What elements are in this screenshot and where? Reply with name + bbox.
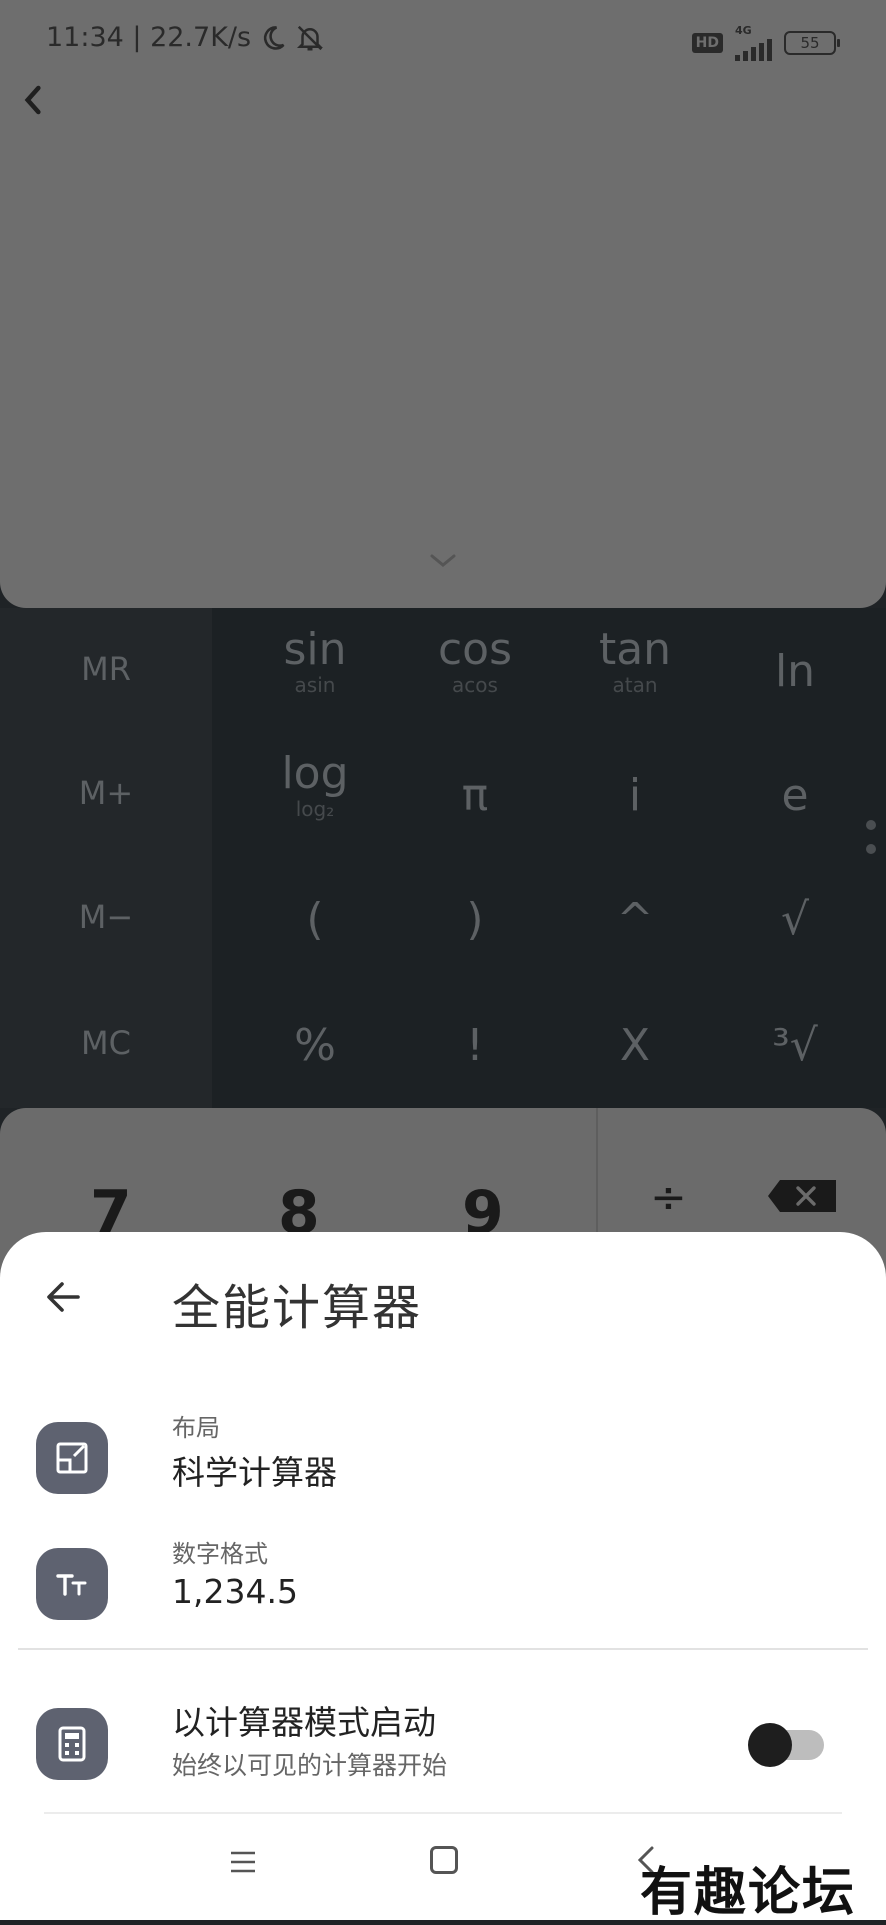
- page-dot: [866, 844, 876, 854]
- status-right: HD 4G 55: [691, 24, 840, 61]
- divide-button[interactable]: ÷: [650, 1172, 687, 1223]
- chevron-down-icon[interactable]: [426, 548, 460, 572]
- format-value: 1,234.5: [172, 1572, 298, 1611]
- layout-label: 布局: [172, 1414, 220, 1442]
- key-main: ): [466, 894, 484, 945]
- chevron-left-icon[interactable]: [18, 80, 48, 120]
- scientific-pad: sin asin cos acos tan atan ln log log₂ π…: [212, 608, 886, 1108]
- open-paren-button[interactable]: (: [252, 896, 378, 944]
- memory-subtract-button[interactable]: M−: [0, 898, 212, 936]
- bell-muted-icon: [297, 25, 324, 50]
- page-dot: [866, 820, 876, 830]
- home-icon[interactable]: [430, 1846, 458, 1874]
- sheet-title: 全能计算器: [172, 1280, 423, 1336]
- status-bar: 11:34 | 22.7K/s HD 4G 55: [0, 0, 886, 80]
- key-main: ln: [774, 646, 816, 697]
- key-sub: log₂: [295, 797, 335, 821]
- format-label: 数字格式: [172, 1540, 268, 1568]
- network-indicator: 4G: [735, 24, 772, 61]
- page-indicator: [866, 820, 876, 868]
- memory-column: MR M+ M− MC: [0, 608, 212, 1108]
- divider: [18, 1648, 868, 1650]
- key-main: (: [306, 894, 324, 945]
- cos-button[interactable]: cos acos: [412, 624, 538, 697]
- ln-button[interactable]: ln: [732, 648, 858, 696]
- status-left: 11:34 | 22.7K/s: [46, 22, 325, 53]
- key-main: %: [294, 1020, 336, 1071]
- factorial-button[interactable]: !: [412, 1022, 538, 1070]
- sin-button[interactable]: sin asin: [252, 624, 378, 697]
- multiply-x-button[interactable]: X: [572, 1022, 698, 1070]
- moon-icon: [264, 25, 285, 50]
- memory-clear-button[interactable]: MC: [0, 1024, 212, 1062]
- power-button[interactable]: ^: [572, 896, 698, 944]
- watermark: 有趣论坛: [640, 1862, 857, 1923]
- euler-button[interactable]: e: [732, 772, 858, 820]
- signal-icon: [735, 37, 772, 61]
- key-main: ^: [616, 894, 654, 945]
- memory-recall-button[interactable]: MR: [0, 650, 212, 688]
- pi-button[interactable]: π: [412, 772, 538, 820]
- percent-button[interactable]: %: [252, 1022, 378, 1070]
- key-main: e: [781, 770, 809, 821]
- memory-add-button[interactable]: M+: [0, 774, 212, 812]
- layout-icon: [56, 1442, 88, 1474]
- status-time-speed: 11:34 | 22.7K/s: [46, 22, 252, 53]
- battery-icon: 55: [784, 30, 840, 55]
- menu-icon[interactable]: [228, 1848, 258, 1876]
- network-label: 4G: [735, 24, 752, 37]
- key-main: cos: [437, 624, 513, 675]
- calculator-icon-box: [36, 1708, 108, 1780]
- calculator-mode-setting[interactable]: 以计算器模式启动 始终以可见的计算器开始: [0, 1690, 886, 1800]
- key-sub: acos: [452, 673, 498, 697]
- key-main: log: [281, 748, 349, 799]
- hd-badge: HD: [691, 32, 723, 53]
- close-paren-button[interactable]: ): [412, 896, 538, 944]
- text-size-icon: [56, 1574, 87, 1596]
- arrow-left-icon[interactable]: [42, 1276, 84, 1318]
- key-main: tan: [598, 624, 672, 675]
- key-main: sin: [283, 624, 347, 675]
- layout-icon-box: [36, 1422, 108, 1494]
- key-sub: asin: [294, 673, 336, 697]
- calculator-icon: [58, 1726, 86, 1762]
- key-main: !: [466, 1020, 484, 1071]
- log-button[interactable]: log log₂: [252, 748, 378, 821]
- key-main: i: [628, 770, 642, 821]
- sqrt-button[interactable]: √: [732, 896, 858, 944]
- tan-button[interactable]: tan atan: [572, 624, 698, 697]
- layout-setting[interactable]: 布局 科学计算器: [0, 1404, 886, 1514]
- start-mode-label: 以计算器模式启动: [172, 1703, 436, 1742]
- format-icon-box: [36, 1548, 108, 1620]
- toggle-knob: [748, 1723, 792, 1767]
- cube-root-button[interactable]: ³√: [732, 1022, 858, 1070]
- start-mode-description: 始终以可见的计算器开始: [172, 1751, 448, 1780]
- key-main: X: [619, 1020, 651, 1071]
- key-main: ³√: [772, 1020, 818, 1071]
- key-main: √: [780, 894, 810, 945]
- imaginary-button[interactable]: i: [572, 772, 698, 820]
- calculator-display: 11:34 | 22.7K/s HD 4G 55: [0, 0, 886, 608]
- layout-value: 科学计算器: [172, 1453, 337, 1492]
- key-main: π: [461, 770, 489, 821]
- backspace-icon[interactable]: [766, 1178, 838, 1214]
- start-mode-toggle[interactable]: [748, 1723, 824, 1767]
- key-sub: atan: [612, 673, 658, 697]
- number-format-setting[interactable]: 数字格式 1,234.5: [0, 1530, 886, 1640]
